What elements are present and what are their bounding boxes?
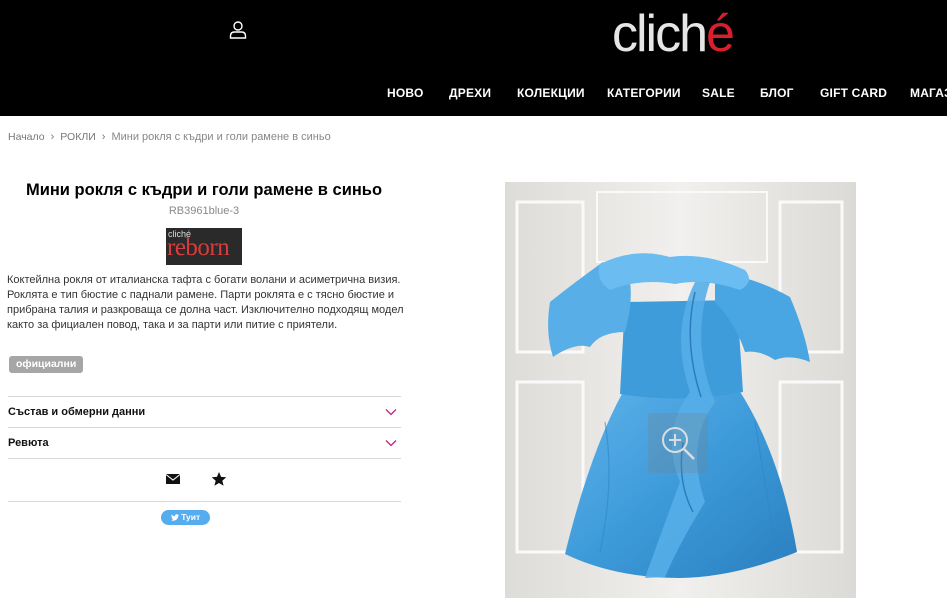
accordion-composition[interactable]: Състав и обмерни данни [8,397,401,427]
site-logo[interactable]: cliché [612,2,735,66]
nav-item-stores[interactable]: МАГАЗ [910,86,947,100]
logo-text: clich [612,5,708,63]
nav-item-clothes[interactable]: ДРЕХИ [449,86,491,100]
site-header: cliché НОВО ДРЕХИ КОЛЕКЦИИ КАТЕГОРИИ SAL… [0,0,947,116]
product-image[interactable] [505,182,856,598]
brand-logo-main: reborn [167,234,230,261]
main-nav: НОВО ДРЕХИ КОЛЕКЦИИ КАТЕГОРИИ SALE БЛОГ … [0,86,947,102]
breadcrumb-current: Мини рокля с къдри и голи рамене в синьо [111,131,331,143]
chevron-down-icon [385,405,397,417]
nav-item-new[interactable]: НОВО [387,86,424,100]
breadcrumb-separator: › [101,131,106,143]
user-icon[interactable] [228,20,248,40]
nav-item-gift-card[interactable]: GIFT CARD [820,86,887,100]
breadcrumb-separator: › [50,131,55,143]
tweet-button[interactable]: Туит [161,510,210,525]
chevron-down-icon [385,436,397,448]
zoom-in-icon [662,427,695,460]
nav-item-sale[interactable]: SALE [702,86,735,100]
breadcrumb-home[interactable]: Начало [8,131,45,143]
zoom-button[interactable] [648,413,708,473]
divider [8,458,401,459]
twitter-bird-icon [170,514,179,521]
accordion-reviews-label: Ревюта [8,437,49,449]
tag-badge[interactable]: официални [9,356,84,373]
logo-accent: é [706,5,735,63]
product-sku: RB3961blue-3 [168,205,240,217]
breadcrumb-category[interactable]: РОКЛИ [60,131,96,143]
product-description: Коктейлна рокля от италианска тафта с бо… [7,274,404,331]
dress-photo [505,182,856,598]
product-title: Мини рокля с къдри и голи рамене в синьо [25,181,383,199]
envelope-icon[interactable] [165,471,181,487]
star-icon[interactable] [211,471,227,487]
nav-item-categories[interactable]: КАТЕГОРИИ [607,86,681,100]
accordion-composition-label: Състав и обмерни данни [8,406,146,418]
nav-item-collections[interactable]: КОЛЕКЦИИ [517,86,585,100]
nav-item-blog[interactable]: БЛОГ [760,86,794,100]
divider [8,501,401,502]
accordion-reviews[interactable]: Ревюта [8,428,401,458]
tweet-label: Туит [181,512,201,522]
brand-logo[interactable]: cliché reborn [166,228,242,265]
breadcrumb: Начало › РОКЛИ › Мини рокля с къдри и голи р… [8,131,331,143]
